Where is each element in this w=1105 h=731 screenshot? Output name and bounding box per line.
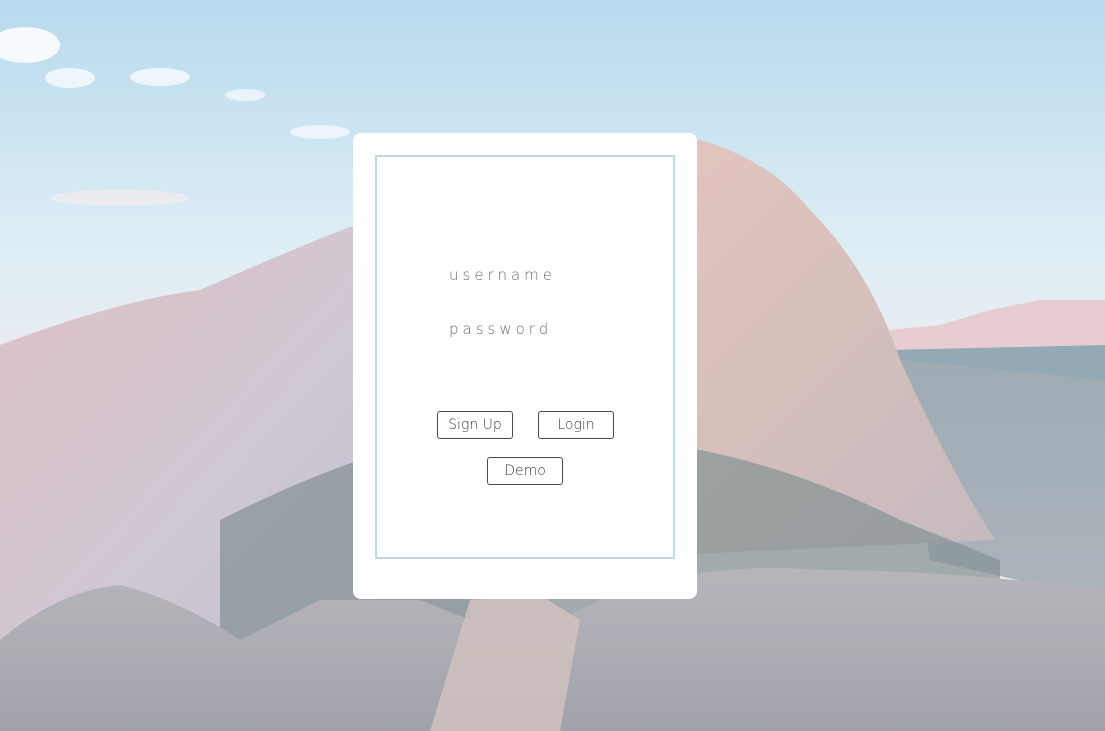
- demo-button[interactable]: Demo: [487, 457, 563, 485]
- username-input[interactable]: [449, 262, 629, 288]
- login-button[interactable]: Login: [538, 411, 614, 439]
- password-input[interactable]: [449, 316, 629, 342]
- login-form-frame: Sign Up Login Demo: [375, 155, 675, 559]
- login-card: Sign Up Login Demo: [353, 133, 697, 599]
- sign-up-button[interactable]: Sign Up: [437, 411, 513, 439]
